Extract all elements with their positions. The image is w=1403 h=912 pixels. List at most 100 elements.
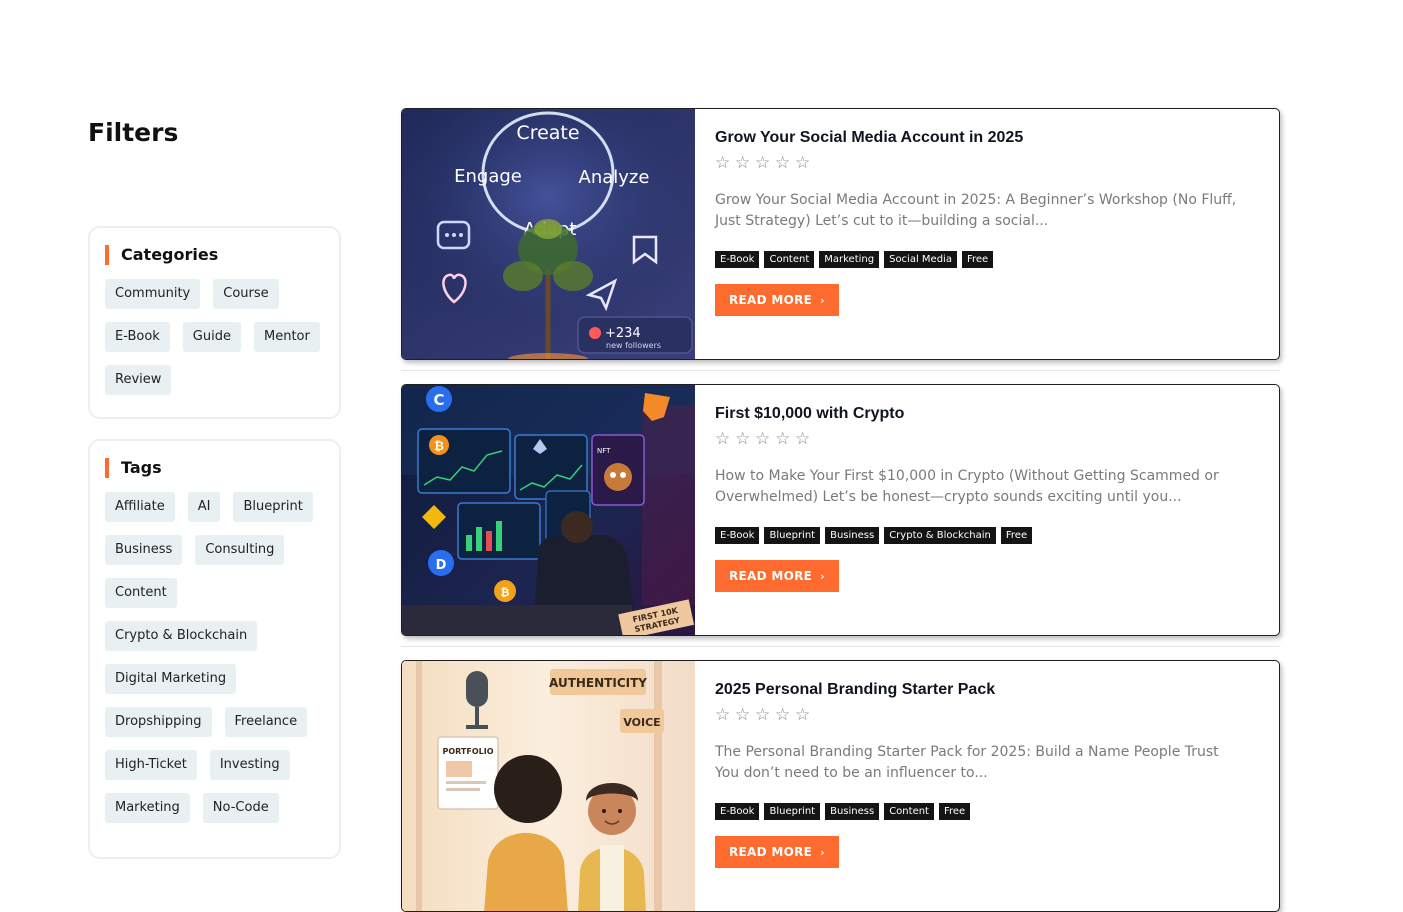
star-outline-icon: ☆ [755,429,771,448]
post-tags: E-Book Blueprint Business Crypto & Block… [715,527,1033,544]
tag-chip-marketing[interactable]: Marketing [105,793,190,823]
post-card: AUTHENTICITY VOICE PORTFOLIO 2025 Person… [401,660,1280,912]
post-thumbnail[interactable]: AUTHENTICITY VOICE PORTFOLIO [402,661,695,911]
svg-text:₿: ₿ [434,439,444,453]
category-chip-ebook[interactable]: E-Book [105,322,170,352]
star-rating: ☆ ☆ ☆ ☆ ☆ [715,705,813,725]
crypto-illustration: C ₿ NFT D ₿ FIRST 10K STRATEGY [402,385,695,635]
tag-chip-dropshipping[interactable]: Dropshipping [105,707,212,737]
category-chip-course[interactable]: Course [213,279,279,309]
tag-chip-no-code[interactable]: No-Code [202,793,279,823]
card-separator [401,646,1280,647]
star-rating: ☆ ☆ ☆ ☆ ☆ [715,429,813,449]
read-more-label: READ MORE [729,569,813,583]
thumb-word-engage: Engage [454,166,522,187]
post-title[interactable]: First $10,000 with Crypto [715,405,904,423]
post-tags: E-Book Content Marketing Social Media Fr… [715,251,994,268]
post-excerpt: The Personal Branding Starter Pack for 2… [715,744,1219,781]
star-outline-icon: ☆ [735,429,751,448]
category-chip-review[interactable]: Review [105,365,172,395]
personal-branding-illustration: AUTHENTICITY VOICE PORTFOLIO [402,661,695,911]
post-tag[interactable]: Business [825,527,880,544]
star-outline-icon: ☆ [755,153,771,172]
filters-sidebar: Filters Categories Community Course E-Bo… [88,0,341,859]
category-chip-community[interactable]: Community [105,279,201,309]
thumb-nft-label: NFT [597,447,611,455]
post-tag[interactable]: Blueprint [764,527,821,544]
post-tag[interactable]: Content [764,251,815,268]
post-tag[interactable]: Social Media [884,251,957,268]
post-tag[interactable]: Free [1000,527,1033,544]
svg-text:₿: ₿ [501,586,510,599]
tag-chip-freelance[interactable]: Freelance [224,707,308,737]
post-tag[interactable]: Content [884,803,934,820]
tags-heading: Tags [105,458,162,478]
post-tag[interactable]: Free [961,251,994,268]
tag-chip-crypto-blockchain[interactable]: Crypto & Blockchain [105,621,258,651]
read-more-button[interactable]: READ MORE › [715,284,839,316]
tag-chip-blueprint[interactable]: Blueprint [233,492,313,522]
tag-chip-consulting[interactable]: Consulting [195,535,285,565]
star-outline-icon: ☆ [715,153,731,172]
thumb-follower-label: new followers [606,341,661,350]
star-outline-icon: ☆ [795,153,811,172]
post-excerpt: Grow Your Social Media Account in 2025: … [715,192,1237,229]
chevron-right-icon: › [820,845,825,859]
post-tags: E-Book Blueprint Business Content Free [715,803,971,820]
star-outline-icon: ☆ [715,705,731,724]
tag-chip-affiliate[interactable]: Affiliate [105,492,175,522]
read-more-label: READ MORE [729,845,813,859]
svg-text:D: D [436,558,447,573]
tag-chip-high-ticket[interactable]: High-Ticket [105,750,197,780]
categories-heading: Categories [105,245,218,265]
post-tag[interactable]: E-Book [715,251,760,268]
star-outline-icon: ☆ [755,705,771,724]
categories-filter: Categories Community Course E-Book Guide… [88,226,341,419]
post-tag[interactable]: Marketing [819,251,880,268]
read-more-button[interactable]: READ MORE › [715,836,839,868]
post-tag[interactable]: E-Book [715,803,760,820]
star-outline-icon: ☆ [775,429,791,448]
social-media-illustration: Create Engage Analyze Adapt +234 new fol… [402,109,695,359]
post-title[interactable]: Grow Your Social Media Account in 2025 [715,129,1023,147]
post-card: Create Engage Analyze Adapt +234 new fol… [401,108,1280,360]
category-chip-mentor[interactable]: Mentor [253,322,320,352]
star-outline-icon: ☆ [735,705,751,724]
tag-chip-business[interactable]: Business [105,535,183,565]
star-outline-icon: ☆ [735,153,751,172]
card-separator [401,370,1280,371]
post-tag[interactable]: Blueprint [764,803,821,820]
post-tag[interactable]: E-Book [715,527,760,544]
tag-chip-content[interactable]: Content [105,578,177,608]
star-outline-icon: ☆ [795,705,811,724]
tag-chip-ai[interactable]: AI [187,492,221,522]
post-tag[interactable]: Crypto & Blockchain [884,527,996,544]
read-more-button[interactable]: READ MORE › [715,560,839,592]
chevron-right-icon: › [820,293,825,307]
post-thumbnail[interactable]: C ₿ NFT D ₿ FIRST 10K STRATEGY [402,385,695,635]
filters-title: Filters [88,118,179,147]
star-outline-icon: ☆ [775,705,791,724]
svg-text:C: C [433,391,444,409]
tag-chip-digital-marketing[interactable]: Digital Marketing [105,664,237,694]
post-thumbnail[interactable]: Create Engage Analyze Adapt +234 new fol… [402,109,695,359]
thumb-follower-count: +234 [605,326,641,341]
star-outline-icon: ☆ [775,153,791,172]
tags-filter: Tags Affiliate AI Blueprint Business Con… [88,439,341,859]
thumb-label-voice: VOICE [623,716,660,729]
post-tag[interactable]: Free [938,803,971,820]
post-excerpt: How to Make Your First $10,000 in Crypto… [715,468,1219,505]
thumb-label-authenticity: AUTHENTICITY [549,676,647,690]
tag-chip-investing[interactable]: Investing [209,750,290,780]
categories-list: Community Course E-Book Guide Mentor Rev… [105,279,330,395]
category-chip-guide[interactable]: Guide [182,322,241,352]
thumb-word-analyze: Analyze [579,167,650,188]
post-title[interactable]: 2025 Personal Branding Starter Pack [715,681,995,699]
read-more-label: READ MORE [729,293,813,307]
star-outline-icon: ☆ [795,429,811,448]
thumb-word-create: Create [516,122,579,144]
post-card: C ₿ NFT D ₿ FIRST 10K STRATEGY First $10… [401,384,1280,636]
star-rating: ☆ ☆ ☆ ☆ ☆ [715,153,813,173]
thumb-label-portfolio: PORTFOLIO [442,747,493,756]
post-tag[interactable]: Business [825,803,880,820]
